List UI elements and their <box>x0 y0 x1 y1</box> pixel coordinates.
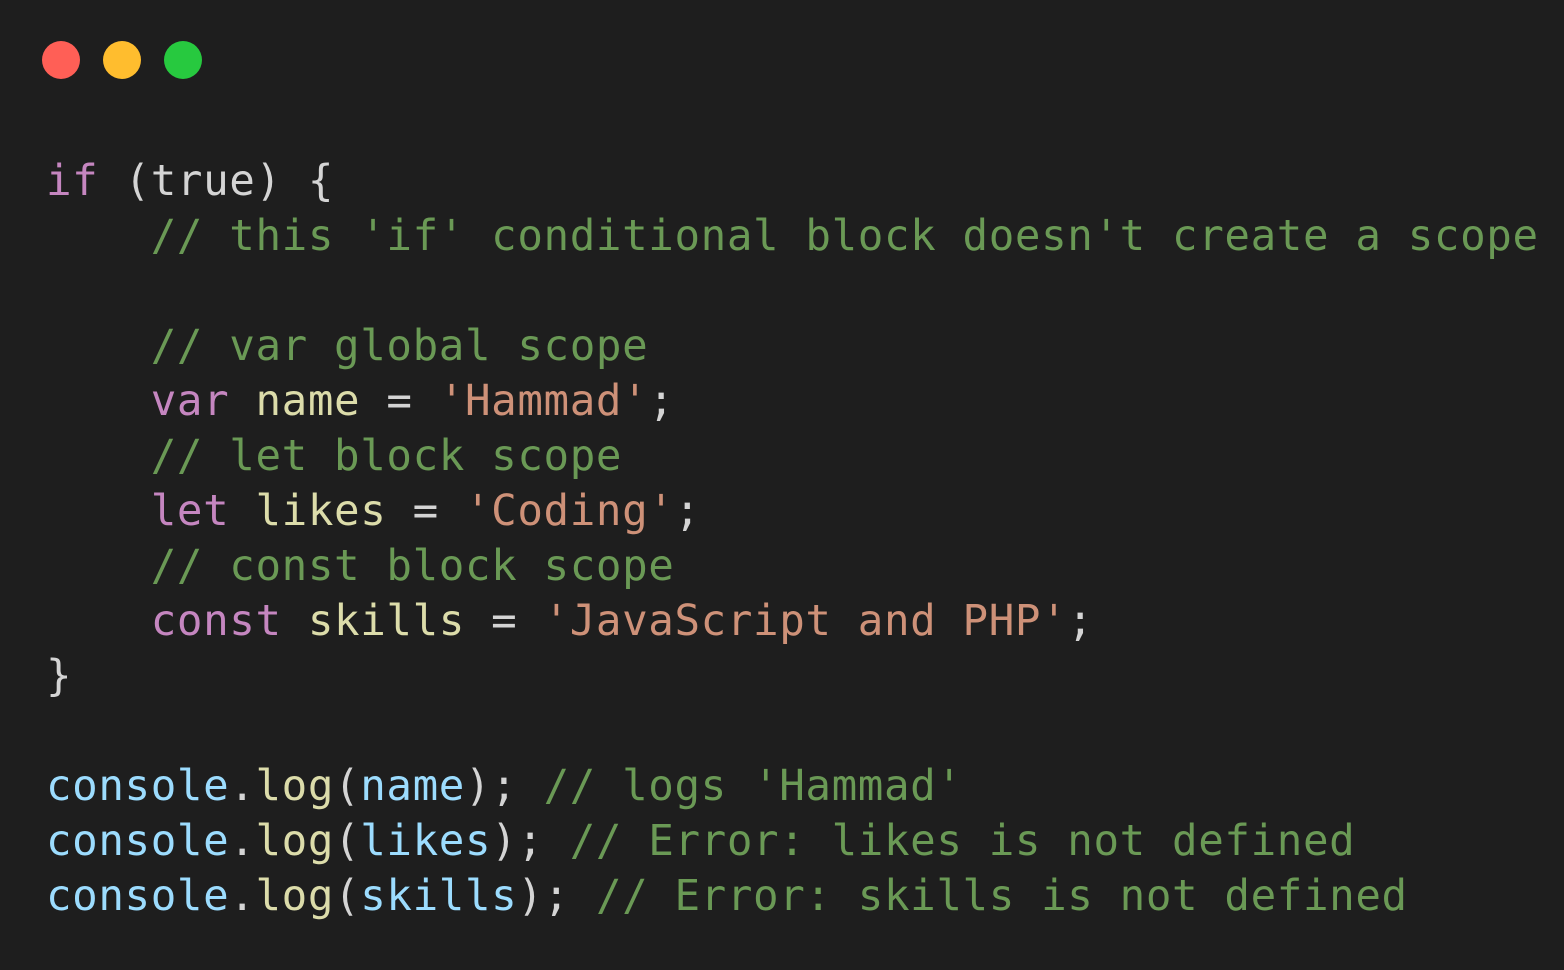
code-line: let likes = 'Coding'; <box>46 484 1539 539</box>
code-token-punct: . <box>229 817 256 866</box>
code-token-comment: // const block scope <box>46 542 675 591</box>
code-token-comment: // Error: skills is not defined <box>595 872 1408 921</box>
minimize-button[interactable] <box>103 41 141 79</box>
close-button[interactable] <box>42 41 80 79</box>
code-line: // this 'if' conditional block doesn't c… <box>46 209 1539 264</box>
code-line: } <box>46 649 1539 704</box>
code-token-plain: = <box>386 487 465 536</box>
code-token-method: log <box>255 817 335 866</box>
code-token-comment: // logs 'Hammad' <box>543 762 963 811</box>
code-token-comment: // let block scope <box>46 432 623 481</box>
code-line: // var global scope <box>46 319 1539 374</box>
code-window: if (true) { // this 'if' conditional blo… <box>0 0 1564 970</box>
code-line: console.log(name); // logs 'Hammad' <box>46 759 1539 814</box>
code-token-comment: // var global scope <box>46 322 649 371</box>
code-token-punct: ( <box>334 762 361 811</box>
code-token-comment: // this 'if' conditional block doesn't c… <box>46 212 1539 261</box>
code-line: if (true) { <box>46 154 1539 209</box>
code-token-string: 'Hammad' <box>438 377 649 426</box>
maximize-button[interactable] <box>164 41 202 79</box>
code-token-plain: } <box>46 652 73 701</box>
code-block: if (true) { // this 'if' conditional blo… <box>46 154 1539 924</box>
code-line: // const block scope <box>46 539 1539 594</box>
code-token-punct: . <box>229 762 256 811</box>
code-token-punct: ( <box>334 817 361 866</box>
code-token-arg: likes <box>360 817 492 866</box>
code-token-obj: console <box>46 762 230 811</box>
code-token-punct: ; <box>648 377 675 426</box>
code-token-method: log <box>255 762 335 811</box>
code-token-punct: ; <box>1067 597 1094 646</box>
code-token-punct: ); <box>491 817 570 866</box>
code-line: console.log(skills); // Error: skills is… <box>46 869 1539 924</box>
code-token-ident: name <box>255 377 361 426</box>
code-token-method: log <box>255 872 335 921</box>
code-token-arg: name <box>360 762 465 811</box>
code-token-ident: likes <box>255 487 387 536</box>
code-token-plain: (true) { <box>98 157 335 206</box>
code-token-ident: skills <box>307 597 465 646</box>
code-line: const skills = 'JavaScript and PHP'; <box>46 594 1539 649</box>
code-token-keyword: if <box>46 157 99 206</box>
code-token-decl: let <box>150 487 230 536</box>
code-token-decl: var <box>150 377 230 426</box>
code-line: var name = 'Hammad'; <box>46 374 1539 429</box>
code-token-comment: // Error: likes is not defined <box>569 817 1356 866</box>
code-token-obj: console <box>46 872 230 921</box>
code-token-decl: const <box>150 597 282 646</box>
code-line: // let block scope <box>46 429 1539 484</box>
code-token-string: 'JavaScript and PHP' <box>543 597 1068 646</box>
code-token-punct: ; <box>674 487 701 536</box>
code-token-plain: = <box>465 597 544 646</box>
code-token-punct: ); <box>517 872 596 921</box>
code-line: console.log(likes); // Error: likes is n… <box>46 814 1539 869</box>
code-token-punct: ); <box>465 762 544 811</box>
window-controls <box>42 41 202 79</box>
code-token-punct: ( <box>334 872 361 921</box>
code-token-arg: skills <box>360 872 518 921</box>
code-token-string: 'Coding' <box>465 487 675 536</box>
code-token-obj: console <box>46 817 230 866</box>
code-token-plain: = <box>360 377 439 426</box>
code-token-punct: . <box>229 872 256 921</box>
